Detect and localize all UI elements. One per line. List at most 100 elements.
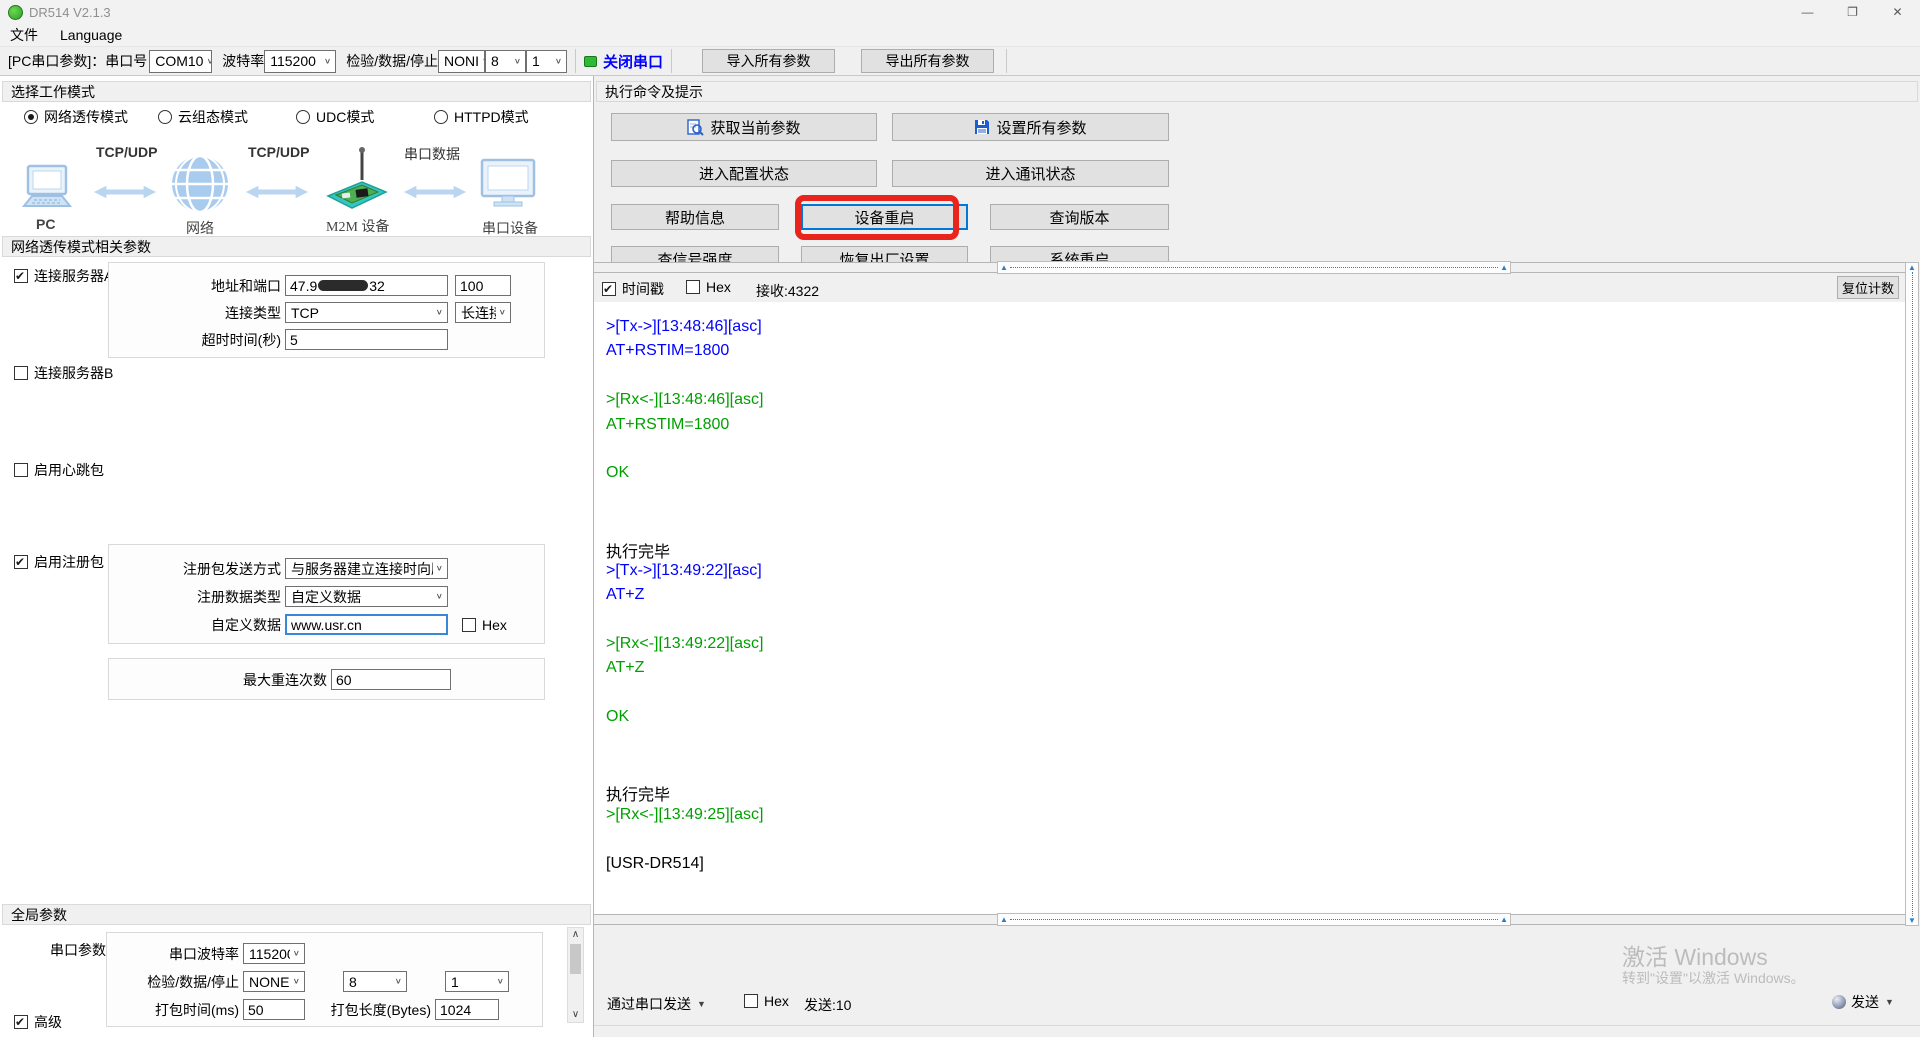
menu-file[interactable]: 文件 [10, 25, 38, 45]
sent-counter: 发送:10 [804, 995, 851, 1015]
maximize-button[interactable]: ❐ [1830, 0, 1875, 24]
checkbox-custom-hex[interactable]: Hex [462, 617, 507, 633]
send-mode-label: 注册包发送方式 [109, 559, 281, 579]
keep-alive-select[interactable]: 长连接∨ [455, 302, 511, 323]
scroll-up-icon[interactable]: ∧ [572, 928, 579, 942]
address-label: 地址和端口 [109, 276, 281, 296]
chevron-down-icon: ∨ [555, 57, 562, 66]
radio-network-transparent-mode[interactable]: 网络透传模式 [24, 107, 128, 127]
scrollbar-track[interactable] [1010, 919, 1498, 920]
checkbox-log-hex[interactable]: Hex [686, 279, 731, 295]
checkbox-heartbeat[interactable]: 启用心跳包 [14, 460, 104, 480]
serial-parity-value: NONE [249, 974, 289, 990]
ip-suffix: 32 [369, 278, 385, 294]
close-serial-label: 关闭串口 [603, 51, 663, 72]
scroll-right-icon[interactable]: ▲ [1498, 264, 1510, 272]
checkbox-server-b[interactable]: 连接服务器B [14, 363, 113, 383]
button-label: 设备重启 [854, 207, 914, 228]
button-label: 帮助信息 [665, 207, 725, 228]
node-caption: 串口设备 [482, 218, 538, 238]
data-type-select[interactable]: 自定义数据∨ [285, 586, 448, 607]
window-title: DR514 V2.1.3 [29, 5, 111, 20]
export-params-button[interactable]: 导出所有参数 [861, 49, 994, 73]
serial-parity-select[interactable]: NONE∨ [243, 971, 305, 992]
pc-icon [18, 164, 76, 212]
button-label: 进入配置状态 [699, 163, 789, 184]
checkbox-regpack[interactable]: 启用注册包 [14, 552, 104, 572]
serial-databits-value: 8 [349, 974, 357, 990]
left-panel-scrollbar[interactable]: ∧ ∨ [567, 927, 584, 1023]
link-label: TCP/UDP [96, 144, 157, 160]
log-bottom-scrollbar[interactable]: ▲ ▲ [997, 913, 1511, 926]
checkbox-icon [686, 280, 700, 294]
set-all-params-button[interactable]: 设置所有参数 [892, 113, 1169, 141]
log-area[interactable]: >[Tx->][13:48:46][asc]AT+RSTIM=1800 >[Rx… [594, 302, 1905, 914]
address-input[interactable]: 47.9 32 [285, 275, 448, 296]
checkbox-server-a[interactable]: 连接服务器A [14, 266, 113, 286]
scrollbar-track[interactable] [1912, 272, 1913, 916]
scroll-down-icon[interactable]: ∨ [572, 1008, 579, 1022]
send-mode-select[interactable]: 与服务器建立连接时向服务∨ [285, 558, 448, 579]
scroll-down-icon[interactable]: ▼ [1908, 916, 1916, 925]
scrollbar-thumb[interactable] [570, 944, 581, 974]
windows-activation-watermark: 激活 Windows [1622, 938, 1768, 972]
menu-language[interactable]: Language [60, 27, 122, 43]
custom-data-input[interactable]: www.usr.cn [285, 614, 448, 635]
radio-icon [296, 110, 310, 124]
scroll-left-icon[interactable]: ▲ [998, 264, 1010, 272]
radio-icon [158, 110, 172, 124]
get-current-params-button[interactable]: 获取当前参数 [611, 113, 877, 141]
pack-time-input[interactable]: 50 [243, 999, 305, 1020]
log-line [606, 757, 1905, 781]
import-params-button[interactable]: 导入所有参数 [702, 49, 835, 73]
help-info-button[interactable]: 帮助信息 [611, 204, 779, 230]
timeout-input[interactable]: 5 [285, 329, 448, 350]
parity-select[interactable]: NONI∨ [438, 50, 485, 73]
radio-httpd-mode[interactable]: HTTPD模式 [434, 107, 529, 127]
caret-down-icon: ▼ [697, 999, 706, 1009]
scrollbar-track[interactable] [1010, 267, 1498, 268]
enter-config-state-button[interactable]: 进入配置状态 [611, 160, 877, 187]
send-via-serial-dropdown[interactable]: 通过串口发送 ▼ [607, 994, 706, 1014]
menubar: 文件 Language [0, 24, 1920, 46]
send-button-label: 发送 [1851, 992, 1879, 1012]
device-restart-button[interactable]: 设备重启 [801, 204, 968, 230]
ip-prefix: 47.9 [290, 278, 317, 294]
radio-udc-mode[interactable]: UDC模式 [296, 107, 374, 127]
scroll-left-icon[interactable]: ▲ [998, 916, 1010, 924]
close-serial-button[interactable]: 关闭串口 [584, 51, 663, 72]
scroll-right-icon[interactable]: ▲ [1498, 916, 1510, 924]
close-button[interactable]: ✕ [1875, 0, 1920, 24]
log-top-scrollbar[interactable]: ▲ ▲ [997, 261, 1511, 274]
stopbits-value: 1 [532, 53, 540, 69]
scroll-up-icon[interactable]: ▲ [1908, 263, 1916, 272]
chevron-down-icon: ∨ [206, 57, 212, 66]
radio-cloud-mode[interactable]: 云组态模式 [158, 107, 248, 127]
checkbox-label: 高级 [34, 1014, 62, 1030]
send-button[interactable]: 发送 ▼ [1832, 992, 1894, 1012]
checkbox-send-hex[interactable]: Hex [744, 993, 789, 1009]
baud-select[interactable]: 115200∨ [264, 50, 336, 73]
databits-select[interactable]: 8∨ [485, 50, 526, 73]
serial-baud-select[interactable]: 115200∨ [243, 943, 305, 964]
stopbits-select[interactable]: 1∨ [526, 50, 567, 73]
serial-stopbits-value: 1 [451, 974, 459, 990]
serial-device-icon [480, 158, 536, 210]
reset-counter-button[interactable]: 复位计数 [1837, 276, 1899, 299]
enter-comm-state-button[interactable]: 进入通讯状态 [892, 160, 1169, 187]
conn-type-row: 连接类型 TCP∨ 长连接∨ [109, 302, 536, 323]
minimize-button[interactable]: — [1785, 0, 1830, 24]
checkbox-advanced[interactable]: 高级 [14, 1012, 62, 1032]
checkbox-timestamp[interactable]: 时间戳 [602, 279, 664, 299]
button-label: 进入通讯状态 [985, 163, 1075, 184]
pack-row: 打包时间(ms) 50 打包长度(Bytes) 1024 [107, 999, 534, 1020]
conn-type-select[interactable]: TCP∨ [285, 302, 448, 323]
serial-stopbits-select[interactable]: 1∨ [445, 971, 509, 992]
pack-len-input[interactable]: 1024 [435, 999, 499, 1020]
port-input[interactable]: 100 [455, 275, 511, 296]
log-vertical-scrollbar[interactable]: ▲ ▼ [1905, 262, 1919, 926]
reconnect-input[interactable]: 60 [331, 669, 451, 690]
com-port-select[interactable]: COM10∨ [149, 50, 212, 73]
serial-databits-select[interactable]: 8∨ [343, 971, 407, 992]
query-version-button[interactable]: 查询版本 [990, 204, 1169, 230]
